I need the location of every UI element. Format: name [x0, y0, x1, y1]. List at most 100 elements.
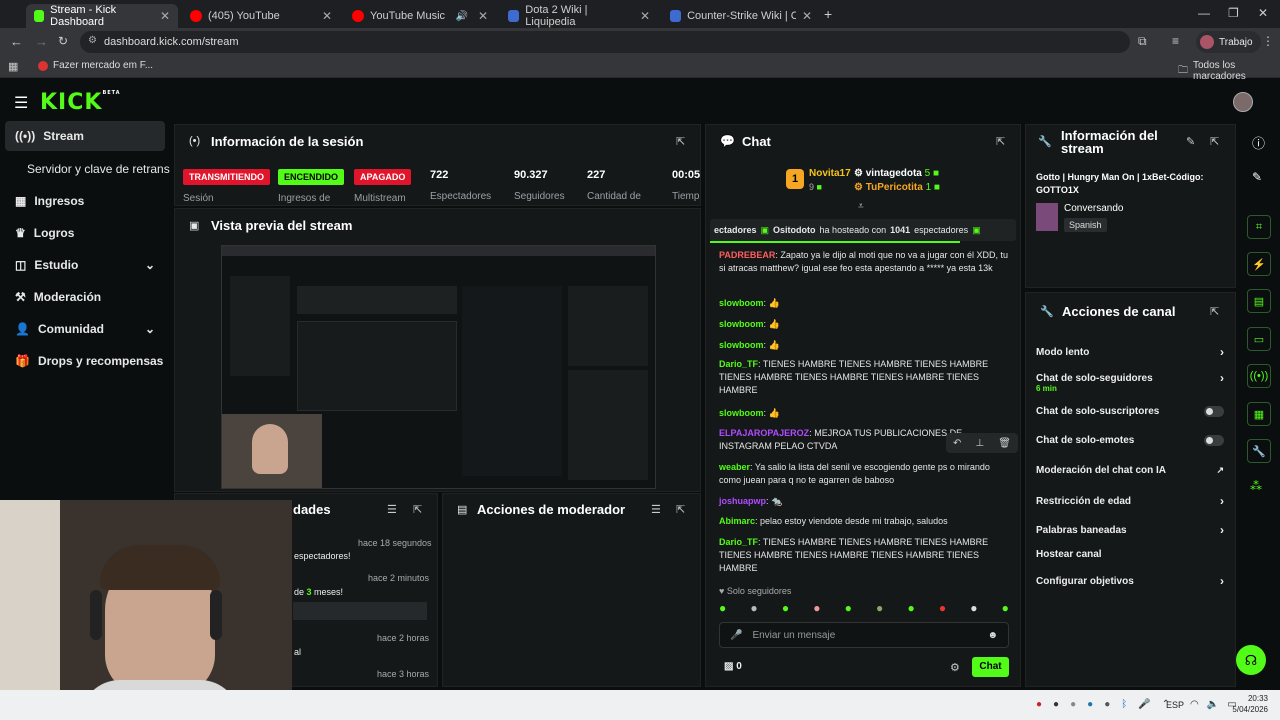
popout-icon[interactable]: ⇱ [996, 135, 1005, 148]
back-icon[interactable]: ← [10, 34, 23, 49]
bookmark-item[interactable]: Fazer mercado em F... [38, 60, 153, 71]
emote-icon[interactable]: ● [845, 601, 852, 617]
microphone-icon[interactable]: 🎤 [1138, 699, 1150, 710]
emote-icon[interactable]: ● [939, 601, 946, 617]
tray-app-icon[interactable]: ● [1053, 699, 1059, 710]
user-avatar[interactable] [1233, 92, 1253, 112]
action-age-restriction[interactable]: Restricción de edad › [1036, 494, 1224, 508]
clock[interactable]: 20:33 5/04/2026 [1226, 693, 1268, 715]
popout-icon[interactable]: ⇱ [676, 135, 685, 148]
action-followers-only[interactable]: Chat de solo-seguidores › [1036, 371, 1224, 385]
popout-icon[interactable]: ⇱ [676, 503, 685, 516]
media-icon[interactable]: ≡ [1172, 34, 1179, 48]
gifter-3[interactable]: ⚙ TuPericotita 1 ■ [854, 182, 940, 193]
menu-kebab-icon[interactable]: ⋮ [1262, 34, 1274, 48]
pin-icon[interactable]: ⊥ [975, 438, 984, 449]
speaker-icon[interactable]: 🔊 [455, 11, 467, 22]
subs-only-toggle[interactable] [1204, 406, 1224, 417]
edit-pencil-icon[interactable]: ✎ [1186, 135, 1195, 148]
pin-collapse-icon[interactable]: ⩡ [858, 201, 864, 212]
action-host-channel[interactable]: Hostear canal [1036, 549, 1224, 560]
chat-username[interactable]: ELPAJAROPAJEROZ [719, 428, 809, 438]
chat-username[interactable]: slowboom [719, 340, 764, 350]
profile-button[interactable]: Trabajo [1196, 31, 1261, 53]
forward-icon[interactable]: → [35, 34, 48, 49]
tray-app-icon[interactable]: ● [1087, 699, 1093, 710]
chat-input[interactable]: 🎤 Enviar un mensaje ☻ [719, 622, 1009, 648]
rail-apps-icon[interactable]: ⁂ [1250, 479, 1262, 493]
popout-icon[interactable]: ⇱ [1210, 305, 1219, 318]
reload-icon[interactable]: ↻ [58, 34, 68, 48]
tray-app-icon[interactable]: ● [1036, 699, 1042, 710]
delete-icon[interactable]: 🗑 [998, 438, 1011, 449]
rail-bolt-icon[interactable]: ⚡ [1247, 252, 1271, 276]
emote-icon[interactable]: ● [719, 601, 726, 617]
stream-video-preview[interactable] [221, 245, 656, 489]
top-gifter-name[interactable]: Novita17 [809, 168, 851, 179]
tab-youtube-music[interactable]: YouTube Music 🔊 ✕ [344, 4, 496, 28]
gifter-2[interactable]: ⚙ vintagedota 5 ■ [854, 168, 939, 179]
emote-icon[interactable]: ● [907, 601, 914, 617]
emote-icon[interactable]: ● [1002, 601, 1009, 617]
action-slow-mode[interactable]: Modo lento › [1036, 345, 1224, 359]
settings-gear-icon[interactable]: ⚙ [950, 661, 960, 674]
tab-cs2-wiki[interactable]: Counter-Strike Wiki | CS2 | Liqu ✕ [662, 4, 820, 28]
emoji-icon[interactable]: ☻ [987, 630, 998, 641]
close-window-icon[interactable]: ✕ [1258, 6, 1268, 20]
close-tab-icon[interactable]: ✕ [160, 9, 170, 23]
restore-icon[interactable]: ❐ [1228, 6, 1239, 20]
tab-youtube[interactable]: (405) YouTube ✕ [182, 4, 340, 28]
tab-dota2-wiki[interactable]: Dota 2 Wiki | Liquipedia ✕ [500, 4, 658, 28]
action-banned-words[interactable]: Palabras baneadas › [1036, 523, 1224, 537]
sidebar-item-moderacion[interactable]: ⚒ Moderación [5, 282, 165, 312]
filter-icon[interactable]: ☰ [651, 503, 661, 516]
tray-app-icon[interactable]: ● [1070, 699, 1076, 710]
rail-clip-icon[interactable]: ⌗ [1247, 215, 1271, 239]
filter-icon[interactable]: ☰ [387, 503, 397, 516]
kick-logo[interactable]: KICKBETA [40, 90, 121, 115]
sidebar-item-drops[interactable]: 🎁 Drops y recompensas [5, 346, 165, 376]
minimize-icon[interactable]: — [1198, 6, 1210, 20]
chat-username[interactable]: slowboom [719, 319, 764, 329]
url-bar[interactable]: ⚙ dashboard.kick.com/stream [80, 31, 1130, 53]
tab-kick-dashboard[interactable]: Stream - Kick Dashboard ✕ [26, 4, 178, 28]
emote-icon[interactable]: ● [876, 601, 883, 617]
emote-icon[interactable]: ● [813, 601, 820, 617]
sidebar-item-ingresos[interactable]: ▦ Ingresos [5, 186, 165, 216]
support-headset-icon[interactable]: ☊ [1236, 645, 1266, 675]
emotes-only-toggle[interactable] [1204, 435, 1224, 446]
chat-username[interactable]: slowboom [719, 298, 764, 308]
rail-chat-icon[interactable]: ▭ [1247, 327, 1271, 351]
sidebar-item-comunidad[interactable]: 👤 Comunidad ⌄ [5, 314, 165, 344]
stream-category[interactable]: Conversando [1064, 203, 1123, 214]
chat-username[interactable]: Abimarc [719, 516, 755, 526]
tray-app-icon[interactable]: ● [1104, 699, 1110, 710]
emote-icon[interactable]: ● [970, 601, 977, 617]
chat-username[interactable]: weaber [719, 462, 750, 472]
chat-username[interactable]: Dario_TF [719, 537, 758, 547]
sidebar-item-logros[interactable]: ♛ Logros [5, 218, 165, 248]
rail-broadcast-icon[interactable]: ((•)) [1247, 364, 1271, 388]
reply-icon[interactable]: ↶ [953, 438, 961, 449]
new-tab-icon[interactable]: + [824, 6, 832, 22]
close-tab-icon[interactable]: ✕ [802, 9, 812, 23]
chat-username[interactable]: Dario_TF [719, 359, 758, 369]
rail-wrench-icon[interactable]: 🔧 [1247, 439, 1271, 463]
sidebar-item-estudio[interactable]: ◫ Estudio ⌄ [5, 250, 165, 280]
extensions-icon[interactable]: ⧉ [1138, 34, 1147, 49]
action-ai-moderation[interactable]: Moderación del chat con IA ↗ [1036, 465, 1224, 476]
keyboard-language[interactable]: ESP [1166, 700, 1184, 710]
site-info-icon[interactable]: ⚙ [88, 35, 97, 46]
microphone-icon[interactable]: 🎤 [730, 630, 742, 641]
apps-grid-icon[interactable]: ▦ [8, 60, 18, 73]
close-tab-icon[interactable]: ✕ [478, 9, 488, 23]
info-icon[interactable]: ⓘ [1252, 133, 1265, 152]
sidebar-item-stream[interactable]: ((•)) Stream [5, 121, 165, 151]
rail-document-icon[interactable]: ▤ [1247, 289, 1271, 313]
emote-icon[interactable]: ● [782, 601, 789, 617]
hamburger-menu-icon[interactable]: ☰ [14, 93, 28, 113]
sidebar-item-server-key[interactable]: Servidor y clave de retransn [17, 154, 170, 184]
close-tab-icon[interactable]: ✕ [640, 9, 650, 23]
action-goals[interactable]: Configurar objetivos › [1036, 574, 1224, 588]
chat-username[interactable]: slowboom [719, 408, 764, 418]
